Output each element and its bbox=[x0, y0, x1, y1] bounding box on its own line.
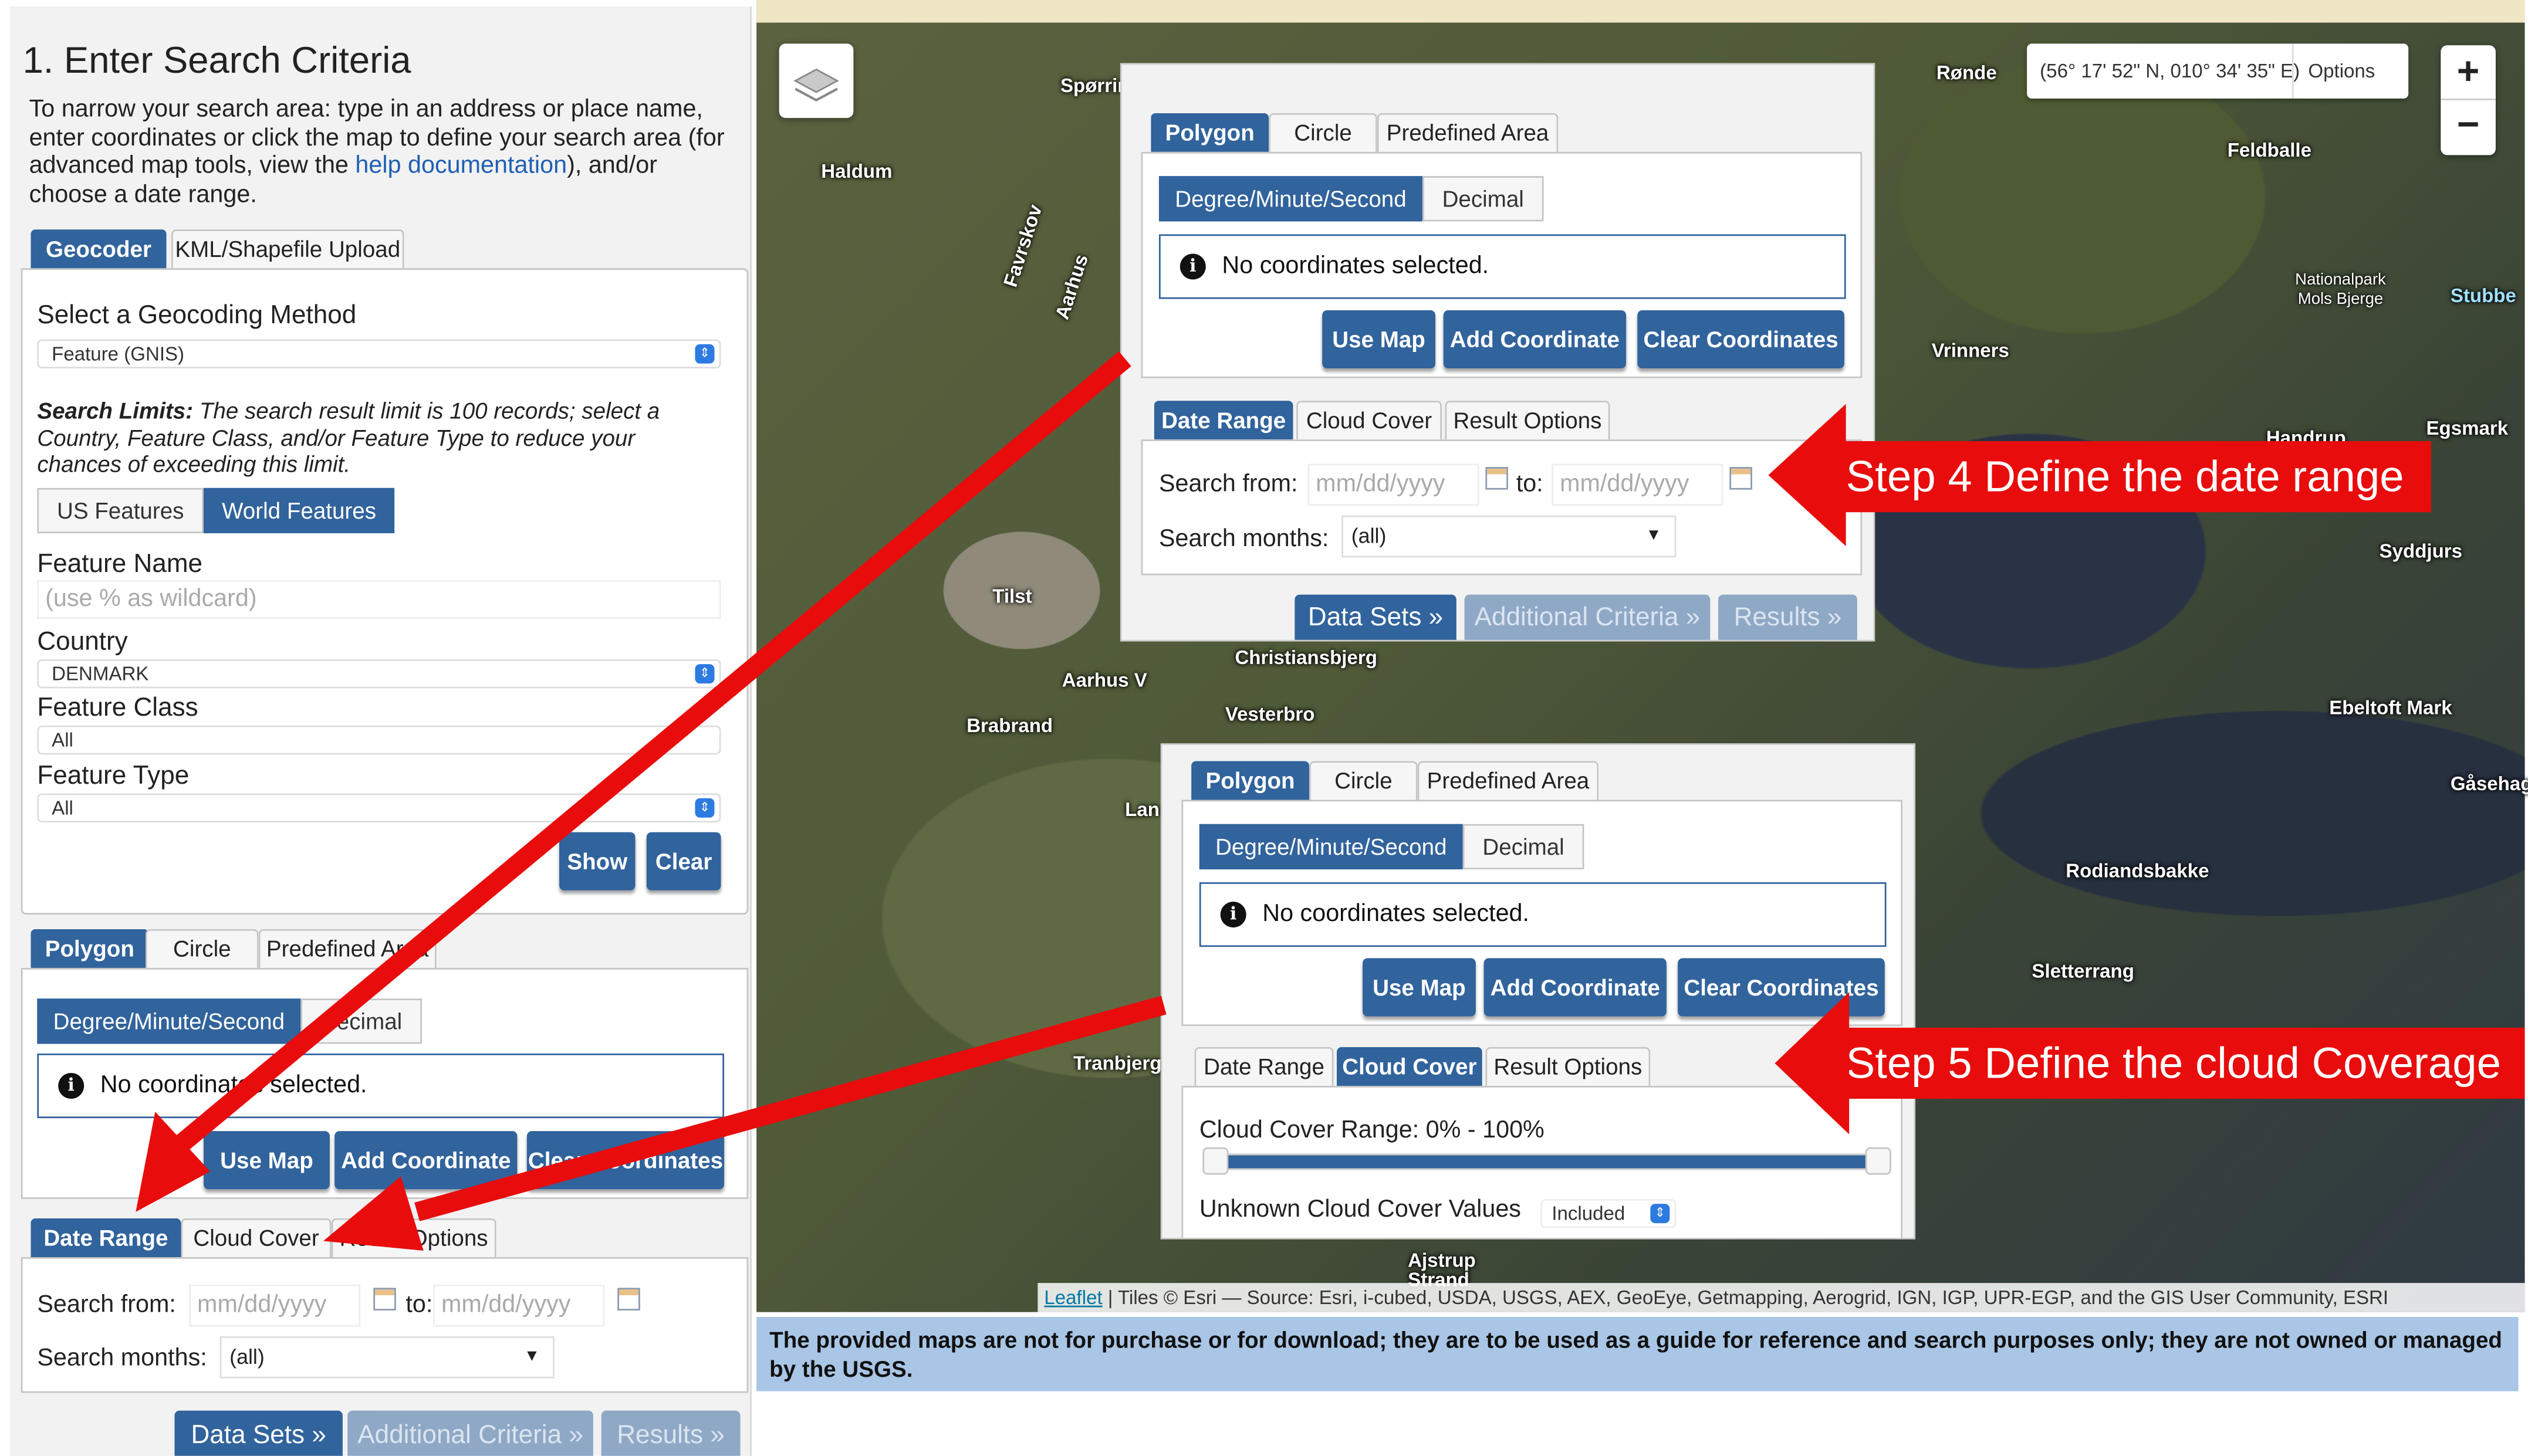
step-5-arrow-head bbox=[323, 1176, 424, 1251]
step-4-arrow-shaft bbox=[174, 351, 1131, 1152]
step-4-pointer-head bbox=[1768, 404, 1846, 547]
step-5-arrow-shaft bbox=[414, 996, 1167, 1221]
annotation-arrows bbox=[136, 351, 1850, 1251]
step-5-pointer-head bbox=[1775, 992, 1850, 1135]
app-root: 1. Enter Search Criteria To narrow your … bbox=[0, 0, 2528, 1456]
